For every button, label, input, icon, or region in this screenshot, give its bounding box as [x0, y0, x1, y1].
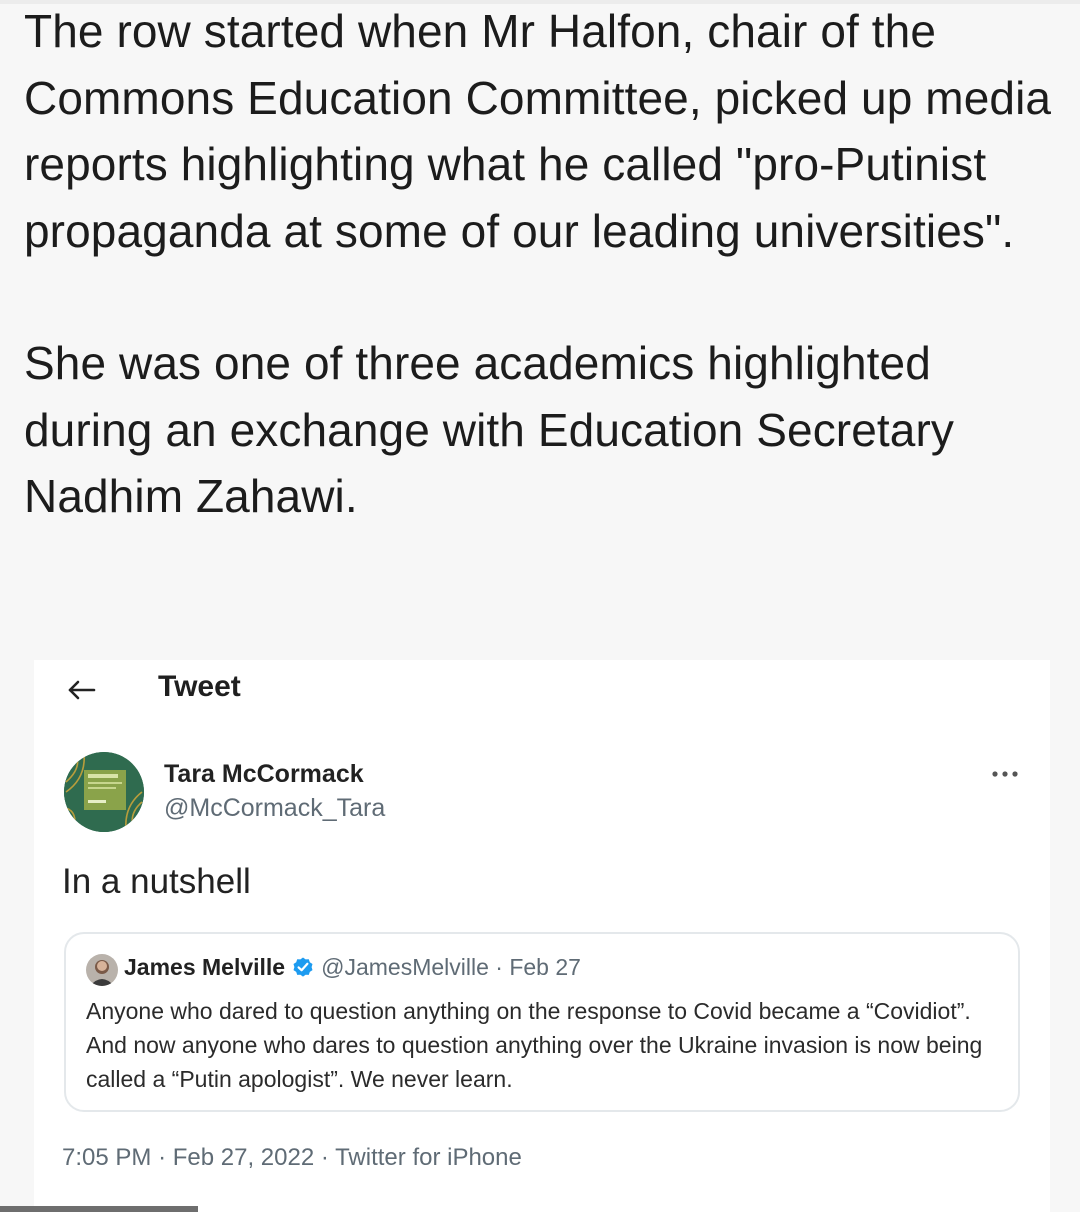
tweet-text: In a nutshell	[62, 862, 251, 901]
quote-meta: James Melville @JamesMelville · Feb 27	[124, 954, 581, 981]
tweet-header: Tweet	[34, 660, 1050, 722]
article-paragraph: The row started when Mr Halfon, chair of…	[24, 5, 1052, 257]
quoted-tweet[interactable]: James Melville @JamesMelville · Feb 27 An…	[64, 932, 1020, 1112]
tweet-date: Feb 27, 2022	[172, 1144, 315, 1171]
tweet-footer: 7:05 PM · Feb 27, 2022 · Twitter for iPh…	[62, 1144, 522, 1172]
article-body: The row started when Mr Halfon, chair of…	[24, 0, 1064, 530]
quote-author-handle: @JamesMelville	[321, 954, 489, 980]
avatar[interactable]	[64, 752, 144, 832]
footer-separator: ·	[158, 1144, 167, 1171]
quote-avatar	[86, 954, 118, 986]
author-name[interactable]: Tara McCormack	[164, 760, 364, 789]
quote-date: Feb 27	[509, 954, 581, 980]
quote-text: Anyone who dared to question anything on…	[86, 998, 983, 1092]
scroll-indicator	[0, 1206, 198, 1212]
tweet-screenshot: Tweet Tara McCormack @McCormack_Tara In …	[34, 660, 1050, 1212]
more-horizontal-icon[interactable]	[990, 764, 1020, 784]
tweet-source[interactable]: Twitter for iPhone	[335, 1144, 522, 1171]
author-handle[interactable]: @McCormack_Tara	[164, 794, 385, 823]
verified-badge-icon	[291, 955, 315, 979]
quote-separator: ·	[495, 954, 503, 980]
tweet-time: 7:05 PM	[62, 1144, 152, 1171]
page-title: Tweet	[158, 670, 241, 703]
quote-author-name: James Melville	[124, 954, 286, 980]
arrow-left-icon[interactable]	[64, 672, 100, 708]
article-paragraph: She was one of three academics highlight…	[24, 337, 954, 522]
footer-separator: ·	[320, 1144, 329, 1171]
